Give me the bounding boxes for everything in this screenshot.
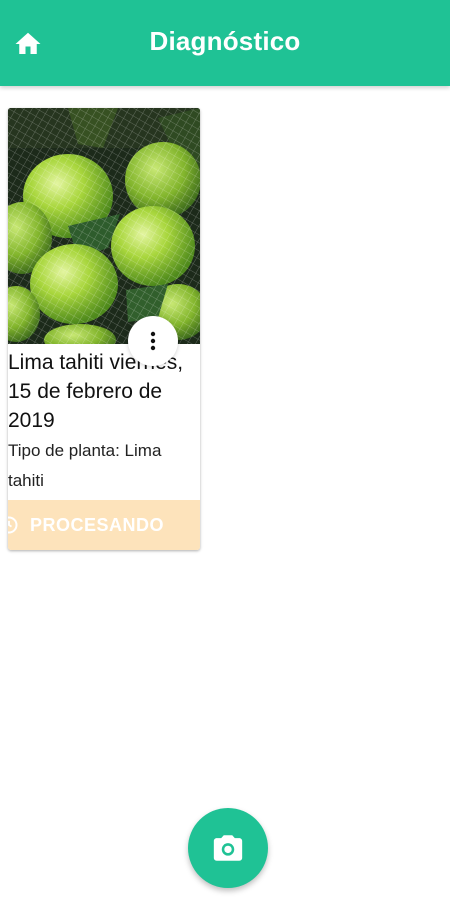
app-bar: Diagnóstico <box>0 0 450 86</box>
app-screen: Diagnóstico Lima tahiti viernes, 15 de f… <box>0 0 450 900</box>
camera-icon <box>213 835 243 861</box>
status-bar: PROCESANDO <box>8 500 200 550</box>
camera-button[interactable] <box>188 808 268 888</box>
more-vertical-icon <box>150 331 156 351</box>
plant-type-label: Tipo de planta: Lima tahiti <box>8 441 162 490</box>
card-title: Lima tahiti viernes, 15 de febrero de 20… <box>8 351 184 432</box>
clock-icon <box>8 516 18 534</box>
page-title: Diagnóstico <box>149 26 301 56</box>
card-more-button[interactable] <box>128 316 178 366</box>
status-label: PROCESANDO <box>30 515 165 535</box>
limes-photo <box>8 108 200 344</box>
